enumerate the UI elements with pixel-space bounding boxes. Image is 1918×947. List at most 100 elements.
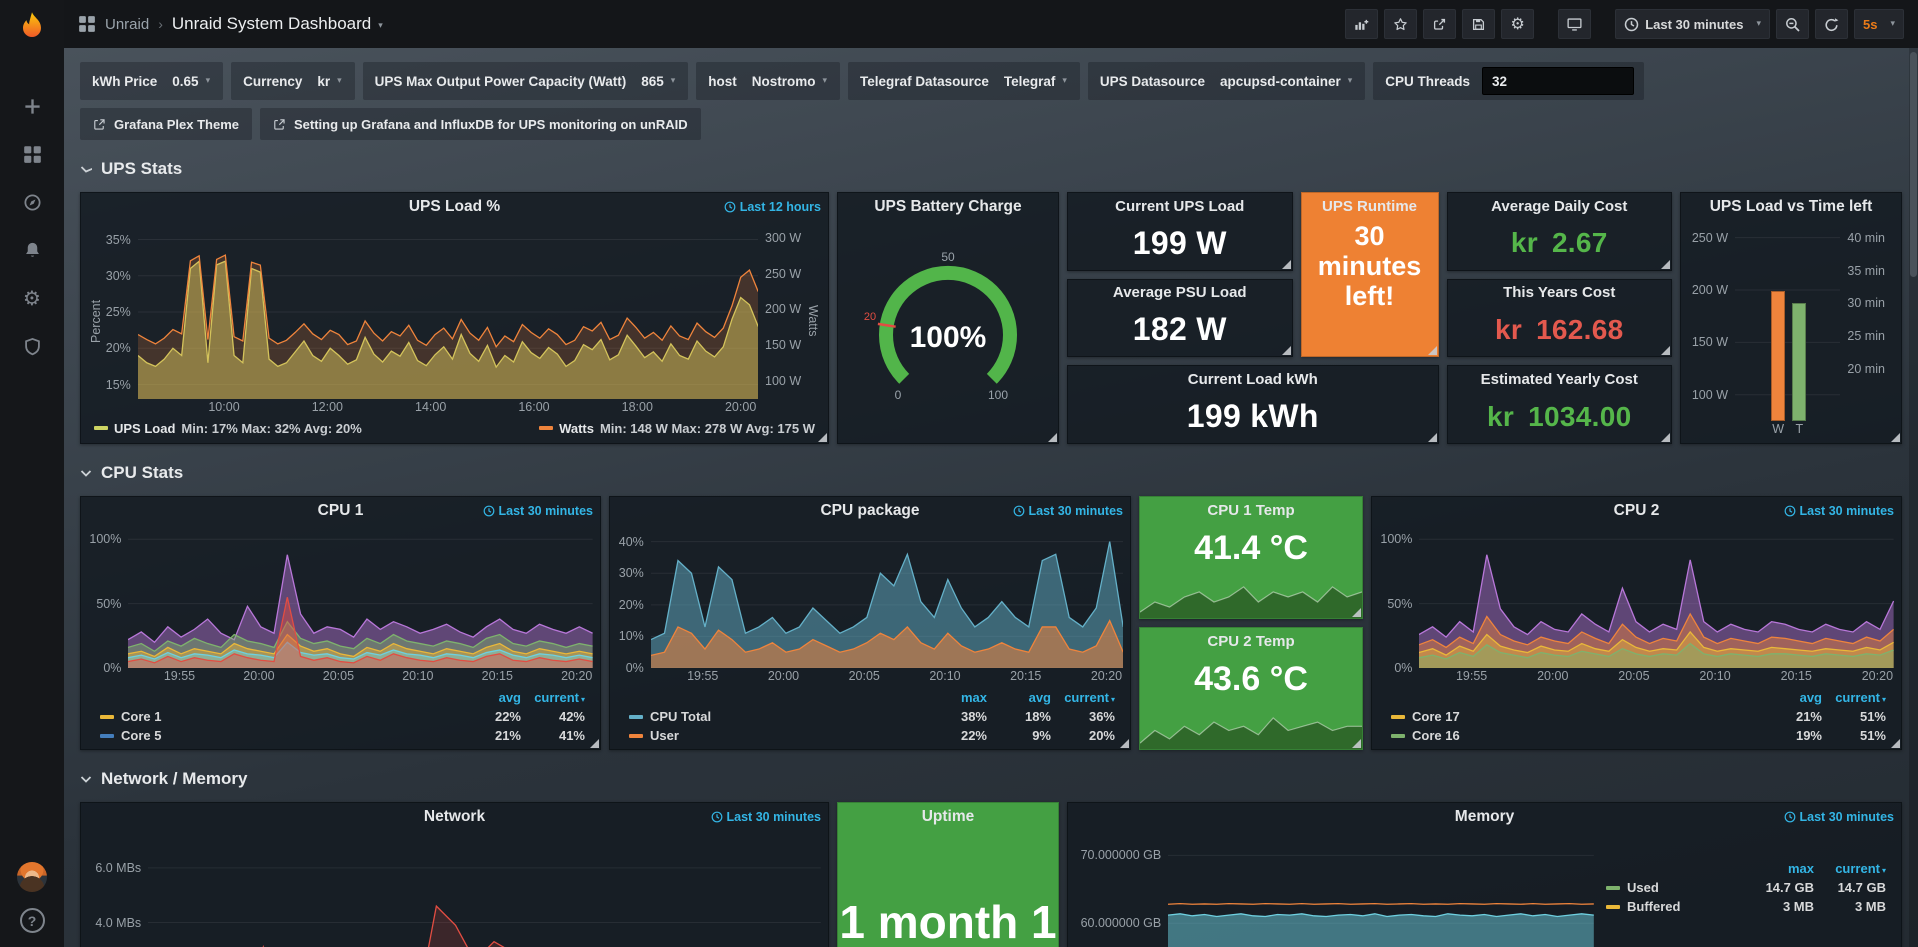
- var-label: CPU Threads: [1385, 74, 1470, 89]
- save-dashboard-button[interactable]: [1462, 9, 1495, 39]
- legend-row[interactable]: User22%9%20%: [629, 726, 1115, 745]
- panel-title[interactable]: Average Daily Cost: [1448, 193, 1672, 219]
- star-dashboard-button[interactable]: [1384, 9, 1417, 39]
- bar-W[interactable]: [1771, 291, 1785, 421]
- legend-column-header[interactable]: max: [923, 690, 987, 705]
- create-button[interactable]: [12, 90, 52, 122]
- scrollbar-thumb[interactable]: [1910, 52, 1917, 277]
- legend-column-header[interactable]: max: [1742, 861, 1814, 876]
- legend-row[interactable]: Core 122%42%: [100, 707, 585, 726]
- network-chart[interactable]: 6.0 MBs4.0 MBs2.0 MBs: [88, 835, 821, 947]
- ups-load-chart[interactable]: Percent35%30%25%20%15%10:0012:0014:0016:…: [88, 225, 821, 417]
- axis-tick: 100%: [89, 532, 121, 546]
- var-kwh-price-select[interactable]: 0.65: [163, 62, 219, 100]
- legend-column-header[interactable]: avg: [987, 690, 1051, 705]
- legend-row[interactable]: Core 521%41%: [100, 726, 585, 745]
- legend-column-header[interactable]: avg: [1758, 690, 1822, 705]
- panel-bars-header[interactable]: UPS Load vs Time left: [1681, 193, 1901, 221]
- ups-vs-time-bar-chart[interactable]: 250 W200 W150 W100 WWT40 min35 min30 min…: [1688, 225, 1894, 439]
- add-panel-button[interactable]: [1345, 9, 1378, 39]
- panel-cpu-package-header[interactable]: CPU package Last 30 minutes: [610, 497, 1130, 525]
- legend-column-header[interactable]: current: [1051, 690, 1115, 705]
- bar-label: W: [1772, 422, 1784, 436]
- legend-row[interactable]: Core 1721%51%: [1391, 707, 1886, 726]
- legend-row[interactable]: Core 1619%51%: [1391, 726, 1886, 745]
- alerting-button[interactable]: [12, 234, 52, 266]
- chart-legend[interactable]: UPS LoadMin: 17% Max: 32% Avg: 20% WattsM…: [88, 417, 821, 439]
- configuration-button[interactable]: ⚙: [12, 282, 52, 314]
- panel-title[interactable]: CPU 2 Temp: [1140, 628, 1362, 654]
- breadcrumb-folder[interactable]: Unraid: [105, 16, 149, 33]
- chart-legend[interactable]: avgcurrent Core 122%42%Core 521%41%: [88, 686, 593, 745]
- panel-title[interactable]: Estimated Yearly Cost: [1448, 366, 1672, 392]
- axis-tick: 300 W: [765, 231, 801, 245]
- refresh-interval-picker[interactable]: 5s: [1854, 9, 1904, 39]
- panel-cpu1-temp: CPU 1 Temp 41.4 °C: [1139, 496, 1363, 619]
- legend-column-header[interactable]: current: [1814, 861, 1886, 876]
- zoom-out-button[interactable]: [1776, 9, 1809, 39]
- legend-column-header[interactable]: avg: [457, 690, 521, 705]
- link-ups-monitoring-guide[interactable]: Setting up Grafana and InfluxDB for UPS …: [260, 108, 701, 140]
- tv-mode-button[interactable]: [1558, 9, 1591, 39]
- panel-uptime-header[interactable]: Uptime: [838, 803, 1058, 831]
- cpu-package-chart[interactable]: 40%30%20%10%0%19:5520:0020:0520:1020:152…: [617, 529, 1123, 686]
- cpu1-chart[interactable]: 100%50%0%19:5520:0020:0520:1020:1520:20: [88, 529, 593, 686]
- legend-row[interactable]: CPU Total38%18%36%: [629, 707, 1115, 726]
- legend-column-header[interactable]: current: [521, 690, 585, 705]
- var-ups-max-output-select[interactable]: 865: [632, 62, 684, 100]
- panel-title[interactable]: This Years Cost: [1448, 280, 1672, 306]
- panel-cpu2-header[interactable]: CPU 2 Last 30 minutes: [1372, 497, 1901, 525]
- panel-battery-header[interactable]: UPS Battery Charge: [838, 193, 1058, 221]
- legend-item[interactable]: UPS LoadMin: 17% Max: 32% Avg: 20%: [94, 421, 362, 436]
- panel-ups-load-header[interactable]: UPS Load % Last 12 hours: [81, 193, 828, 221]
- section-network-memory[interactable]: Network / Memory: [80, 766, 1902, 792]
- x-tick: 20:10: [402, 669, 433, 683]
- var-label: kWh Price: [92, 74, 157, 89]
- stat-value: 1 month 1: [838, 895, 1058, 947]
- legend-item[interactable]: WattsMin: 148 W Max: 278 W Avg: 175 W: [539, 421, 815, 436]
- time-range-label: Last 30 minutes: [1784, 810, 1894, 824]
- dashboard-settings-button[interactable]: ⚙: [1501, 9, 1534, 39]
- user-avatar[interactable]: [17, 862, 47, 892]
- legend-value: 21%: [457, 728, 521, 743]
- panel-title[interactable]: Current UPS Load: [1068, 193, 1292, 219]
- dashboard-title[interactable]: Unraid System Dashboard: [172, 14, 383, 34]
- var-currency-select[interactable]: kr: [308, 62, 350, 100]
- ups-stats-row: UPS Load % Last 12 hours Percent35%30%25…: [80, 192, 1902, 444]
- share-icon: [1432, 17, 1447, 32]
- compass-icon: [23, 193, 42, 212]
- memory-chart[interactable]: 70.000000 GB60.000000 GB50.000000 GB: [1075, 835, 1594, 947]
- help-button[interactable]: [20, 908, 45, 933]
- chart-legend[interactable]: maxavgcurrent CPU Total38%18%36%User22%9%…: [617, 686, 1123, 745]
- chart-legend[interactable]: maxcurrent Used14.7 GB14.7 GBBuffered3 MB…: [1594, 835, 1894, 947]
- cpu-threads-input[interactable]: [1482, 67, 1634, 95]
- time-range-picker[interactable]: Last 30 minutes: [1615, 9, 1770, 39]
- dashboards-button[interactable]: [12, 138, 52, 170]
- panel-title[interactable]: Average PSU Load: [1068, 280, 1292, 306]
- grafana-logo[interactable]: [14, 10, 50, 46]
- battery-gauge[interactable]: 50 0 100 20 100%: [845, 225, 1051, 439]
- share-dashboard-button[interactable]: [1423, 9, 1456, 39]
- panel-title[interactable]: Current Load kWh: [1068, 366, 1438, 392]
- var-telegraf-datasource-select[interactable]: Telegraf: [995, 62, 1076, 100]
- legend-row[interactable]: Used14.7 GB14.7 GB: [1606, 878, 1886, 897]
- explore-button[interactable]: [12, 186, 52, 218]
- legend-row[interactable]: Buffered3 MB3 MB: [1606, 897, 1886, 916]
- server-admin-button[interactable]: [12, 330, 52, 362]
- var-label: Currency: [243, 74, 302, 89]
- panel-title[interactable]: CPU 1 Temp: [1140, 497, 1362, 523]
- panel-title[interactable]: UPS Runtime: [1302, 193, 1438, 219]
- panel-network-header[interactable]: Network Last 30 minutes: [81, 803, 828, 831]
- legend-column-header[interactable]: current: [1822, 690, 1886, 705]
- var-host-select[interactable]: Nostromo: [743, 62, 836, 100]
- cpu2-chart[interactable]: 100%50%0%19:5520:0020:0520:1020:1520:20: [1379, 529, 1894, 686]
- link-grafana-plex-theme[interactable]: Grafana Plex Theme: [80, 108, 252, 140]
- section-cpu-stats[interactable]: CPU Stats: [80, 460, 1902, 486]
- var-ups-datasource-select[interactable]: apcupsd-container: [1211, 62, 1361, 100]
- section-ups-stats[interactable]: UPS Stats: [80, 156, 1902, 182]
- refresh-button[interactable]: [1815, 9, 1848, 39]
- panel-memory-header[interactable]: Memory Last 30 minutes: [1068, 803, 1901, 831]
- bar-T[interactable]: [1792, 303, 1806, 421]
- chart-legend[interactable]: avgcurrent Core 1721%51%Core 1619%51%: [1379, 686, 1894, 745]
- panel-cpu1-header[interactable]: CPU 1 Last 30 minutes: [81, 497, 600, 525]
